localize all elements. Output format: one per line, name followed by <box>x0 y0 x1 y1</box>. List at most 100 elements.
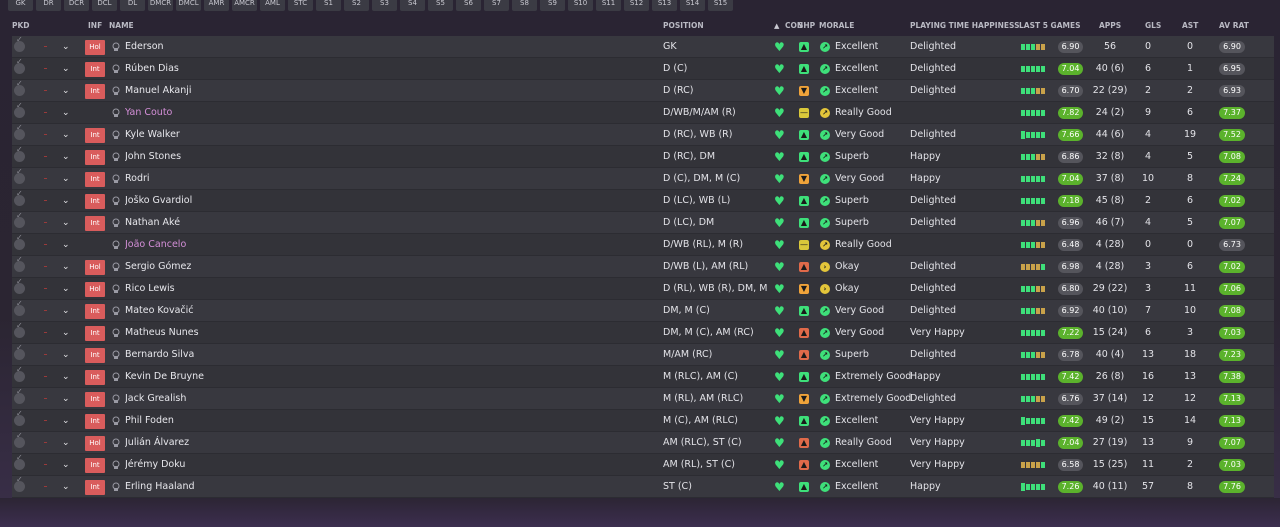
filter-tab[interactable]: S1 <box>316 0 341 11</box>
table-row[interactable]: ⌄ Int Jérémy Doku AM (RL), ST (C) ♥ ▲ ↗ … <box>12 453 1274 476</box>
chevron-down-icon[interactable]: ⌄ <box>62 256 70 278</box>
filter-tab[interactable]: S14 <box>680 0 705 11</box>
chevron-down-icon[interactable]: ⌄ <box>62 388 70 410</box>
filter-tab[interactable]: AMR <box>204 0 229 11</box>
player-name[interactable]: Matheus Nunes <box>125 322 199 344</box>
chevron-down-icon[interactable]: ⌄ <box>62 476 70 498</box>
filter-tab[interactable]: S8 <box>512 0 537 11</box>
filter-tab[interactable]: S3 <box>372 0 397 11</box>
chevron-down-icon[interactable]: ⌄ <box>62 146 70 168</box>
filter-tab[interactable]: S4 <box>400 0 425 11</box>
filter-tab[interactable]: S10 <box>568 0 593 11</box>
chevron-down-icon[interactable]: ⌄ <box>62 300 70 322</box>
picked-check-icon[interactable] <box>14 79 25 96</box>
chevron-down-icon[interactable]: ⌄ <box>62 432 70 454</box>
player-name[interactable]: Ederson <box>125 36 164 58</box>
chevron-down-icon[interactable]: ⌄ <box>62 322 70 344</box>
table-row[interactable]: ⌄ Int Bernardo Silva M/AM (RC) ♥ ▲ ↗ Sup… <box>12 343 1274 366</box>
picked-check-icon[interactable] <box>14 431 25 448</box>
col-shp[interactable]: SHP <box>798 18 815 34</box>
table-row[interactable]: ⌄ Hol Julián Álvarez AM (RLC), ST (C) ♥ … <box>12 431 1274 454</box>
table-row[interactable]: ⌄ Int Mateo Kovačić DM, M (C) ♥ ▲ ↗ Very… <box>12 299 1274 322</box>
col-position[interactable]: POSITION <box>663 18 704 34</box>
chevron-down-icon[interactable]: ⌄ <box>62 410 70 432</box>
col-av-rat[interactable]: AV RAT <box>1219 18 1249 34</box>
chevron-down-icon[interactable]: ⌄ <box>62 234 70 256</box>
picked-check-icon[interactable] <box>14 409 25 426</box>
filter-tab[interactable]: S5 <box>428 0 453 11</box>
chevron-down-icon[interactable]: ⌄ <box>62 344 70 366</box>
col-last-5-games[interactable]: LAST 5 GAMES <box>1019 18 1081 34</box>
filter-tab[interactable]: S12 <box>624 0 649 11</box>
chevron-down-icon[interactable]: ⌄ <box>62 366 70 388</box>
player-name[interactable]: Jérémy Doku <box>125 454 185 476</box>
picked-check-icon[interactable] <box>14 233 25 250</box>
col-inf[interactable]: INF <box>88 18 102 34</box>
player-name[interactable]: Phil Foden <box>125 410 174 432</box>
filter-tab[interactable]: S6 <box>456 0 481 11</box>
picked-check-icon[interactable] <box>14 277 25 294</box>
chevron-down-icon[interactable]: ⌄ <box>62 58 70 80</box>
player-name[interactable]: Nathan Aké <box>125 212 180 234</box>
filter-tab[interactable]: DR <box>36 0 61 11</box>
table-row[interactable]: ⌄ Int Phil Foden M (C), AM (RLC) ♥ ▲ ↗ E… <box>12 409 1274 432</box>
filter-tab[interactable]: DCR <box>64 0 89 11</box>
table-row[interactable]: ⌄ Int Manuel Akanji D (RC) ♥ ▼ ↗ Excelle… <box>12 79 1274 102</box>
table-row[interactable]: ⌄ Hol Rico Lewis D (RL), WB (R), DM, M..… <box>12 277 1274 300</box>
table-row[interactable]: ⌄ Int Nathan Aké D (LC), DM ♥ ▲ ↗ Superb… <box>12 211 1274 234</box>
picked-check-icon[interactable] <box>14 123 25 140</box>
filter-tab[interactable]: DMCR <box>148 0 173 11</box>
table-row[interactable]: ⌄ Int Matheus Nunes DM, M (C), AM (RC) ♥… <box>12 321 1274 344</box>
filter-tab[interactable]: AMCR <box>232 0 257 11</box>
player-name[interactable]: Rodri <box>125 168 150 190</box>
chevron-down-icon[interactable]: ⌄ <box>62 190 70 212</box>
filter-tab[interactable]: S11 <box>596 0 621 11</box>
filter-tab[interactable]: S7 <box>484 0 509 11</box>
table-row[interactable]: ⌄ João Cancelo D/WB (RL), M (R) ♥ — ↗ Re… <box>12 233 1274 256</box>
picked-check-icon[interactable] <box>14 211 25 228</box>
picked-check-icon[interactable] <box>14 57 25 74</box>
chevron-down-icon[interactable]: ⌄ <box>62 278 70 300</box>
chevron-down-icon[interactable]: ⌄ <box>62 168 70 190</box>
player-name[interactable]: Mateo Kovačić <box>125 300 194 322</box>
sort-asc-icon[interactable]: ▲ <box>774 22 779 30</box>
table-row[interactable]: ⌄ Int Kevin De Bruyne M (RLC), AM (C) ♥ … <box>12 365 1274 388</box>
filter-tab[interactable]: DL <box>120 0 145 11</box>
player-name[interactable]: Sergio Gómez <box>125 256 191 278</box>
filter-tab[interactable]: S9 <box>540 0 565 11</box>
player-name[interactable]: João Cancelo <box>125 234 186 256</box>
player-name[interactable]: Kyle Walker <box>125 124 180 146</box>
player-name[interactable]: John Stones <box>125 146 181 168</box>
picked-check-icon[interactable] <box>14 453 25 470</box>
player-name[interactable]: Erling Haaland <box>125 476 195 498</box>
player-name[interactable]: Bernardo Silva <box>125 344 194 366</box>
col-pkd[interactable]: PKD <box>12 18 30 34</box>
filter-tab[interactable]: S13 <box>652 0 677 11</box>
player-name[interactable]: Rúben Dias <box>125 58 179 80</box>
table-row[interactable]: ⌄ Yan Couto D/WB/M/AM (R) ♥ — ↗ Really G… <box>12 101 1274 124</box>
picked-check-icon[interactable] <box>14 167 25 184</box>
picked-check-icon[interactable] <box>14 255 25 272</box>
table-row[interactable]: ⌄ Int John Stones D (RC), DM ♥ ▲ ↗ Super… <box>12 145 1274 168</box>
table-row[interactable]: ⌄ Hol Ederson GK ♥ ▲ ↗ Excellent Delight… <box>12 35 1274 58</box>
picked-check-icon[interactable] <box>14 35 25 52</box>
table-row[interactable]: ⌄ Int Jack Grealish M (RL), AM (RLC) ♥ ▼… <box>12 387 1274 410</box>
table-row[interactable]: ⌄ Int Kyle Walker D (RC), WB (R) ♥ ▲ ↗ V… <box>12 123 1274 146</box>
picked-check-icon[interactable] <box>14 365 25 382</box>
chevron-down-icon[interactable]: ⌄ <box>62 36 70 58</box>
player-name[interactable]: Joško Gvardiol <box>125 190 192 212</box>
filter-tab[interactable]: AML <box>260 0 285 11</box>
picked-check-icon[interactable] <box>14 321 25 338</box>
table-row[interactable]: ⌄ Int Rúben Dias D (C) ♥ ▲ ↗ Excellent D… <box>12 57 1274 80</box>
col-morale[interactable]: MORALE <box>819 18 854 34</box>
chevron-down-icon[interactable]: ⌄ <box>62 102 70 124</box>
picked-check-icon[interactable] <box>14 343 25 360</box>
picked-check-icon[interactable] <box>14 189 25 206</box>
filter-tab[interactable]: S15 <box>708 0 733 11</box>
picked-check-icon[interactable] <box>14 299 25 316</box>
table-row[interactable]: ⌄ Hol Sergio Gómez D/WB (L), AM (RL) ♥ ▲… <box>12 255 1274 278</box>
filter-tab[interactable]: DMCL <box>176 0 201 11</box>
player-name[interactable]: Manuel Akanji <box>125 80 192 102</box>
col-apps[interactable]: APPS <box>1099 18 1121 34</box>
player-name[interactable]: Kevin De Bruyne <box>125 366 204 388</box>
